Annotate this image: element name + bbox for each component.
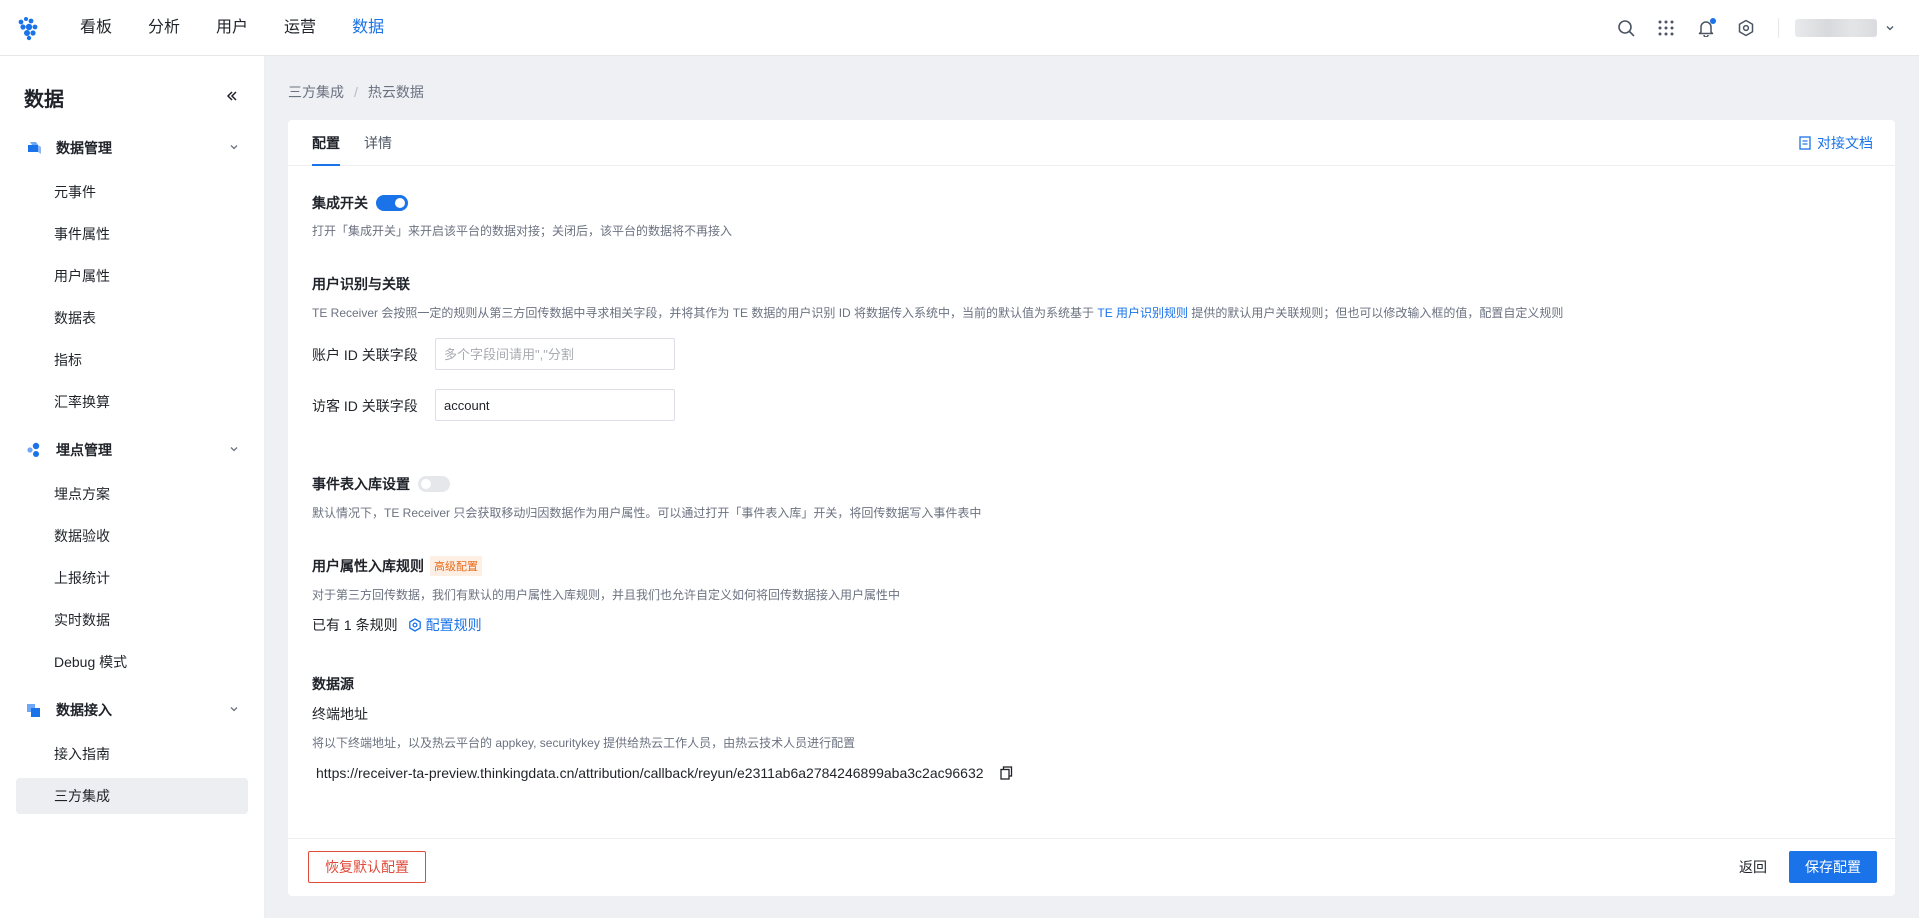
data-management-icon (24, 138, 44, 158)
advanced-config-badge: 高级配置 (430, 556, 482, 576)
event-storage-section: 事件表入库设置 (312, 474, 450, 494)
endpoint-label: 终端地址 (312, 706, 368, 722)
data-ingestion-icon (24, 700, 44, 720)
account-id-input[interactable] (435, 338, 675, 370)
datasource-title: 数据源 (312, 676, 354, 692)
tab-details[interactable]: 详情 (364, 133, 392, 153)
sidebar-item-data-tables[interactable]: 数据表 (16, 300, 248, 336)
restore-default-button[interactable]: 恢复默认配置 (308, 851, 426, 883)
integration-switch-desc: 打开「集成开关」来开启该平台的数据对接；关闭后，该平台的数据将不再接入 (312, 224, 733, 238)
chevron-up-icon (228, 442, 240, 460)
avatar (1795, 19, 1877, 37)
sidebar-item-ingestion-guide[interactable]: 接入指南 (16, 736, 248, 772)
document-icon (1799, 136, 1811, 150)
user-attr-rules-section: 用户属性入库规则 高级配置 (312, 556, 482, 576)
sidebar-group-tracking-management[interactable]: 埋点管理 (16, 432, 248, 468)
endpoint-url[interactable]: https://receiver-ta-preview.thinkingdata… (316, 765, 984, 781)
nav-item-dashboard[interactable]: 看板 (68, 0, 124, 56)
notification-dot (1710, 18, 1716, 24)
nav-item-data[interactable]: 数据 (340, 0, 396, 56)
sidebar-item-third-party-integration[interactable]: 三方集成 (16, 778, 248, 814)
sidebar-item-meta-events[interactable]: 元事件 (16, 174, 248, 210)
rules-line: 已有 1 条规则 配置规则 (312, 615, 482, 635)
back-button[interactable]: 返回 (1739, 857, 1767, 877)
nav-item-operations[interactable]: 运营 (272, 0, 328, 56)
sidebar-item-user-properties[interactable]: 用户属性 (16, 258, 248, 294)
user-id-title: 用户识别与关联 (312, 276, 410, 292)
sidebar-group-label: 埋点管理 (56, 442, 112, 458)
account-id-label: 账户 ID 关联字段 (312, 347, 418, 363)
user-menu[interactable] (1795, 19, 1895, 37)
chevron-up-icon (228, 702, 240, 720)
copy-icon[interactable] (999, 766, 1013, 780)
sidebar-group-label: 数据管理 (56, 140, 112, 156)
user-id-desc-text: TE Receiver 会按照一定的规则从第三方回传数据中寻求相关字段，并将其作… (312, 306, 1098, 320)
collapse-sidebar-icon[interactable] (222, 86, 242, 106)
breadcrumb: 三方集成 / 热云数据 (288, 82, 424, 102)
config-card: 配置 详情 对接文档 集成开关 打开「集成开关」来开启该平台的数据对接；关闭后，… (288, 120, 1895, 896)
event-storage-title: 事件表入库设置 (312, 476, 410, 492)
visitor-id-input[interactable] (435, 389, 675, 421)
bell-icon[interactable] (1686, 8, 1726, 48)
user-id-desc: TE Receiver 会按照一定的规则从第三方回传数据中寻求相关字段，并将其作… (312, 304, 1563, 321)
user-attr-rules-desc: 对于第三方回传数据，我们有默认的用户属性入库规则，并且我们也允许自定义如何将回传… (312, 588, 901, 602)
integration-switch-section: 集成开关 (312, 193, 408, 213)
sidebar-item-data-acceptance[interactable]: 数据验收 (16, 518, 248, 554)
search-icon[interactable] (1606, 8, 1646, 48)
sidebar-group-data-management[interactable]: 数据管理 (16, 130, 248, 166)
breadcrumb-separator: / (354, 84, 358, 100)
sidebar-item-exchange-rate[interactable]: 汇率换算 (16, 384, 248, 420)
sidebar-group-label: 数据接入 (56, 702, 112, 718)
sidebar-item-realtime-data[interactable]: 实时数据 (16, 602, 248, 638)
sidebar-item-event-properties[interactable]: 事件属性 (16, 216, 248, 252)
sidebar-item-metrics[interactable]: 指标 (16, 342, 248, 378)
sidebar-item-report-stats[interactable]: 上报统计 (16, 560, 248, 596)
sidebar-title: 数据 (24, 89, 64, 111)
visitor-id-label: 访客 ID 关联字段 (312, 398, 418, 414)
datasource-desc: 将以下终端地址，以及热云平台的 appkey, securitykey 提供给热… (312, 736, 856, 750)
config-rules-label: 配置规则 (425, 617, 482, 633)
apps-grid-icon[interactable] (1646, 8, 1686, 48)
tab-bar: 配置 详情 对接文档 (288, 120, 1895, 166)
event-storage-desc: 默认情况下，TE Receiver 只会获取移动归因数据作为用户属性。可以通过打… (312, 506, 982, 520)
save-config-button[interactable]: 保存配置 (1789, 851, 1877, 883)
chevron-up-icon (228, 140, 240, 158)
nav-right-tools (1606, 0, 1895, 56)
tab-config[interactable]: 配置 (312, 133, 340, 153)
config-rules-link[interactable]: 配置规则 (408, 615, 482, 635)
breadcrumb-item-current: 热云数据 (367, 84, 424, 100)
integration-doc-link[interactable]: 对接文档 (1799, 133, 1873, 153)
logo[interactable] (0, 0, 56, 56)
nav-item-analysis[interactable]: 分析 (136, 0, 192, 56)
user-id-desc-text-2: 提供的默认用户关联规则；但也可以修改输入框的值，配置自定义规则 (1188, 306, 1564, 320)
integration-switch-toggle[interactable] (376, 195, 408, 211)
nav-item-users[interactable]: 用户 (204, 0, 260, 56)
nav-menu: 看板 分析 用户 运营 数据 (56, 0, 396, 56)
gear-icon (408, 618, 421, 632)
tracking-management-icon (24, 440, 44, 460)
sidebar-item-debug-mode[interactable]: Debug 模式 (16, 644, 248, 680)
integration-switch-title: 集成开关 (312, 195, 368, 211)
rules-count-text: 已有 1 条规则 (312, 617, 398, 633)
event-storage-toggle[interactable] (418, 476, 450, 492)
user-attr-rules-title: 用户属性入库规则 (312, 558, 424, 574)
nav-divider (1778, 18, 1779, 38)
top-nav: 看板 分析 用户 运营 数据 (0, 0, 1919, 56)
tab-active-indicator (312, 164, 340, 166)
sidebar: 数据 数据管理 元事件 事件属性 用户属性 数据表 指标 汇率换算 埋点管理 埋… (0, 56, 265, 918)
endpoint-url-line: https://receiver-ta-preview.thinkingdata… (316, 765, 1013, 781)
settings-icon[interactable] (1726, 8, 1766, 48)
footer-actions: 恢复默认配置 返回 保存配置 (288, 838, 1895, 896)
logo-icon (18, 16, 38, 40)
te-user-id-rule-link[interactable]: TE 用户识别规则 (1097, 306, 1188, 320)
breadcrumb-item-integration[interactable]: 三方集成 (288, 82, 344, 102)
doc-link-label: 对接文档 (1817, 135, 1873, 151)
sidebar-group-data-ingestion[interactable]: 数据接入 (16, 692, 248, 728)
chevron-down-icon (1885, 23, 1895, 33)
sidebar-item-tracking-plan[interactable]: 埋点方案 (16, 476, 248, 512)
